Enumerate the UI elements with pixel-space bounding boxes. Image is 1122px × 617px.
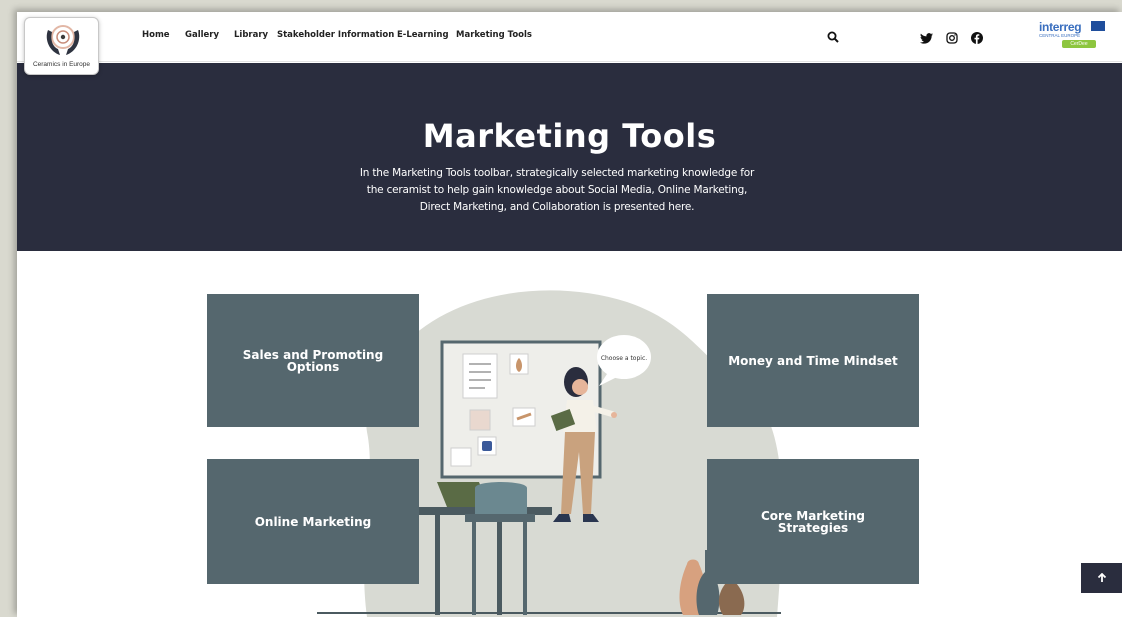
site-header: Ceramics in Europe Home Gallery Library … <box>17 12 1122 75</box>
interreg-logo[interactable]: interreg CENTRAL EUROPE CerDee <box>1039 20 1105 50</box>
nav-stakeholder-information[interactable]: Stakeholder Information <box>277 30 394 40</box>
card-label: Online Marketing <box>254 514 372 529</box>
nav-home[interactable]: Home <box>142 30 170 40</box>
interreg-wordmark: interreg <box>1039 20 1082 34</box>
card-label: Core Marketing Strategies <box>760 508 866 535</box>
arrow-up-icon <box>1097 573 1106 582</box>
site-logo[interactable]: Ceramics in Europe <box>24 17 99 75</box>
nav-e-learning[interactable]: E-Learning <box>397 30 449 40</box>
search-icon[interactable] <box>827 28 839 47</box>
hero-description: In the Marketing Tools toolbar, strategi… <box>359 167 755 213</box>
nav-library[interactable]: Library <box>234 30 268 40</box>
instagram-icon[interactable] <box>946 29 958 48</box>
project-tag: CerDee <box>1062 40 1096 48</box>
ceramics-logo-icon <box>46 25 80 55</box>
logo-text: Ceramics in Europe <box>32 61 91 68</box>
facebook-icon[interactable] <box>971 29 983 48</box>
page-title: Marketing Tools <box>422 117 717 155</box>
speech-bubble-text: Choose a topic. <box>601 355 647 362</box>
twitter-icon[interactable] <box>920 29 933 48</box>
nav-marketing-tools[interactable]: Marketing Tools <box>456 30 532 40</box>
back-to-top-button[interactable] <box>1081 563 1122 593</box>
eu-flag-icon <box>1091 21 1105 31</box>
interreg-subtitle: CENTRAL EUROPE <box>1039 33 1081 38</box>
card-sales-and-promoting-options[interactable]: Sales and Promoting Options <box>207 294 419 427</box>
hero-banner: Marketing Tools In the Marketing Tools t… <box>17 63 1122 251</box>
card-label: Sales and Promoting Options <box>242 347 384 374</box>
card-label: Money and Time Mindset <box>728 353 898 368</box>
card-core-marketing-strategies[interactable]: Core Marketing Strategies <box>707 459 919 584</box>
card-online-marketing[interactable]: Online Marketing <box>207 459 419 584</box>
browser-viewport: Ceramics in Europe Home Gallery Library … <box>17 12 1122 617</box>
nav-gallery[interactable]: Gallery <box>185 30 219 40</box>
card-money-and-time-mindset[interactable]: Money and Time Mindset <box>707 294 919 427</box>
